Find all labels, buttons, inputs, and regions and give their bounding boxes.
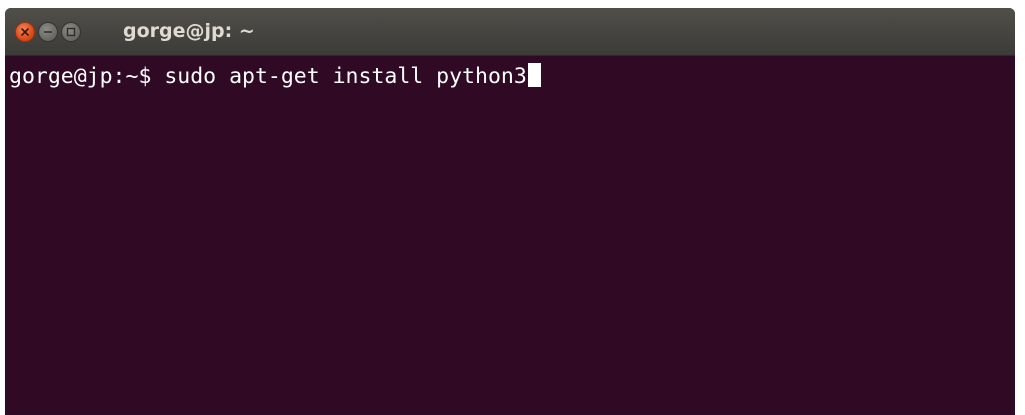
title-bar[interactable]: gorge@jp: ~: [5, 8, 1015, 56]
close-icon: [21, 28, 29, 36]
minimize-icon: [43, 31, 53, 33]
maximize-icon: [66, 27, 76, 37]
terminal-window: gorge@jp: ~ gorge@jp:~$ sudo apt-get ins…: [5, 8, 1015, 415]
shell-prompt: gorge@jp:~$: [9, 64, 152, 89]
maximize-button[interactable]: [61, 22, 81, 42]
text-cursor: [527, 63, 541, 87]
command-input[interactable]: sudo apt-get install python3: [164, 64, 526, 89]
close-button[interactable]: [15, 22, 35, 42]
window-title: gorge@jp: ~: [123, 20, 255, 42]
minimize-button[interactable]: [38, 22, 58, 42]
terminal-output[interactable]: gorge@jp:~$ sudo apt-get install python3: [9, 63, 541, 91]
